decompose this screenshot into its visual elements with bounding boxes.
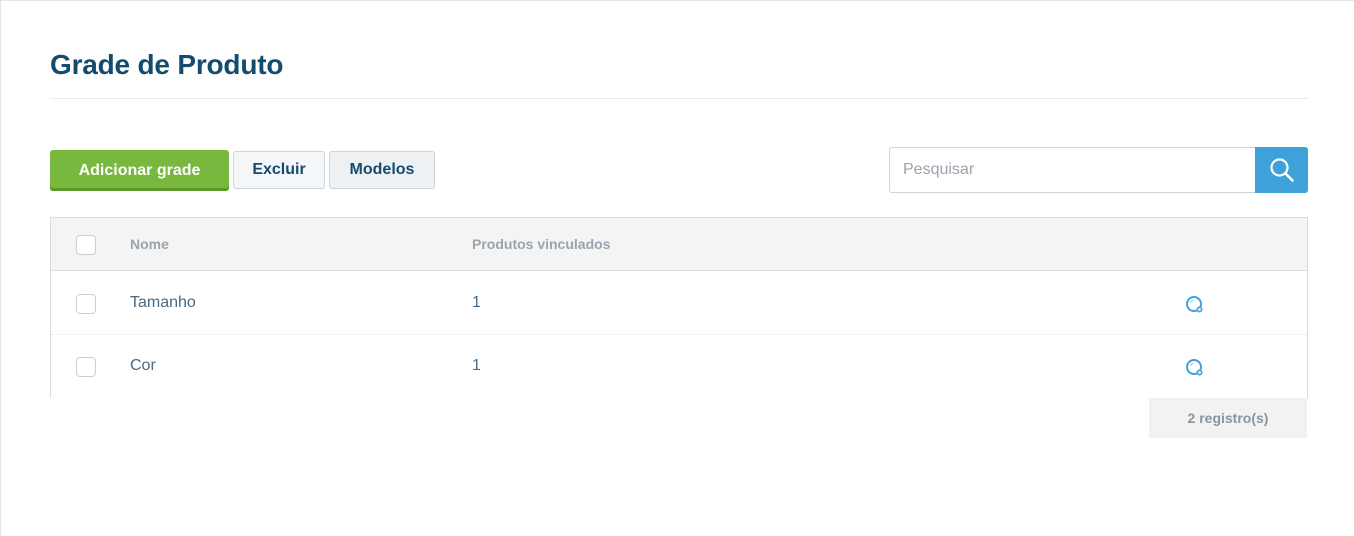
cell-linked-products: 1 [472, 357, 481, 374]
search-detail-icon[interactable] [1184, 294, 1206, 316]
table-row[interactable]: Tamanho 1 [51, 272, 1307, 335]
search-icon [1269, 158, 1294, 182]
page-title: Grade de Produto [50, 49, 284, 80]
cell-linked-products: 1 [472, 294, 481, 311]
grades-table: Nome Produtos vinculados Tamanho 1 Cor 1 [50, 217, 1308, 398]
record-count: 2 registro(s) [1149, 398, 1307, 438]
cell-name: Tamanho [130, 294, 196, 311]
delete-button[interactable]: Excluir [233, 151, 325, 189]
row-checkbox[interactable] [76, 294, 96, 314]
page: Grade de Produto Adicionar grade Excluir… [0, 0, 1354, 536]
search-button[interactable] [1255, 147, 1308, 193]
select-all-checkbox[interactable] [76, 235, 96, 255]
add-grade-button[interactable]: Adicionar grade [50, 150, 229, 191]
table-header: Nome Produtos vinculados [51, 218, 1307, 271]
table-row[interactable]: Cor 1 [51, 335, 1307, 398]
title-divider [50, 98, 1308, 99]
row-checkbox[interactable] [76, 357, 96, 377]
search-input[interactable] [889, 147, 1257, 193]
search-detail-icon[interactable] [1184, 357, 1206, 379]
column-header-linked-products[interactable]: Produtos vinculados [472, 236, 610, 252]
cell-name: Cor [130, 357, 156, 374]
column-header-name[interactable]: Nome [130, 236, 169, 252]
models-button[interactable]: Modelos [329, 151, 435, 189]
